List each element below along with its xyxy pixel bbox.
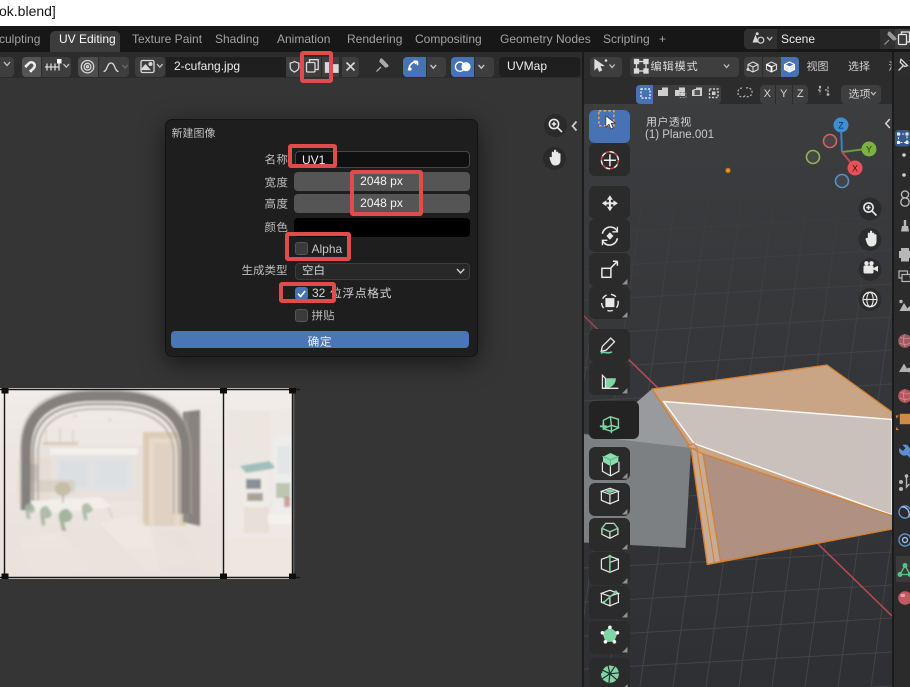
svg-text:X: X: [852, 164, 858, 174]
svg-text:Y: Y: [866, 145, 872, 155]
svg-text:Z: Z: [838, 121, 844, 131]
